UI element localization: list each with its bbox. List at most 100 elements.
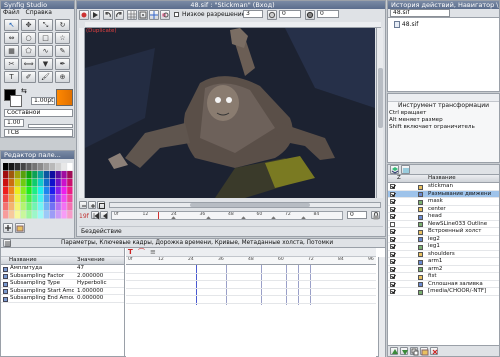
layer-row[interactable]: arm1: [388, 258, 499, 266]
palette-add-button[interactable]: [3, 223, 13, 233]
show-grid-button[interactable]: [127, 10, 137, 20]
palette-swatch[interactable]: [3, 195, 9, 203]
quality-spinner[interactable]: 3: [243, 10, 263, 18]
palette-swatch[interactable]: [38, 211, 44, 219]
onion-past-icon[interactable]: [267, 10, 277, 20]
palette-swatch[interactable]: [61, 203, 67, 211]
layer-row[interactable]: stickman: [388, 183, 499, 191]
palette-swatch[interactable]: [38, 203, 44, 211]
star-tool-button[interactable]: ☆: [55, 32, 70, 44]
palette-swatch[interactable]: [14, 179, 20, 187]
snap-grid-button[interactable]: [138, 10, 148, 20]
palette-swatch[interactable]: [38, 163, 44, 171]
scale-tool-button[interactable]: ⤡: [38, 19, 53, 31]
palette-swatch[interactable]: [26, 179, 32, 187]
palette-swatch[interactable]: [20, 163, 26, 171]
palette-swatch[interactable]: [61, 195, 67, 203]
palette-swatch[interactable]: [67, 195, 73, 203]
params-tab-icon[interactable]: [3, 239, 11, 247]
palette-swatch[interactable]: [49, 187, 55, 195]
polygon-tool-button[interactable]: ⬠: [21, 45, 36, 57]
layer-visibility-checkbox[interactable]: [390, 289, 395, 294]
layer-visibility-checkbox[interactable]: [390, 251, 395, 257]
palette-swatch[interactable]: [3, 203, 9, 211]
keyframe-line[interactable]: [226, 265, 227, 305]
swap-colors-icon[interactable]: ⇆: [21, 87, 27, 95]
circle-tool-button[interactable]: ○: [21, 32, 36, 44]
guides-button[interactable]: [149, 10, 159, 20]
library-tab-icon[interactable]: [401, 165, 410, 174]
palette-swatch[interactable]: [38, 179, 44, 187]
palette-swatch[interactable]: [67, 171, 73, 179]
palette-swatch[interactable]: [55, 211, 61, 219]
seek-prev-button[interactable]: [100, 211, 108, 219]
layer-lower-button[interactable]: [400, 347, 408, 355]
transform-tool-button[interactable]: ↖: [4, 19, 19, 31]
palette-swatch[interactable]: [20, 195, 26, 203]
seek-begin-button[interactable]: [91, 211, 100, 220]
canvas-hscrollbar[interactable]: [109, 202, 381, 208]
layer-visibility-checkbox[interactable]: [390, 221, 395, 227]
layer-row[interactable]: leg2: [388, 236, 499, 243]
draw-tool-button[interactable]: ✎: [55, 45, 70, 57]
palette-swatch[interactable]: [61, 171, 67, 179]
canvas-hscroll-thumb[interactable]: [190, 203, 310, 207]
menu-help[interactable]: Справка: [26, 9, 52, 16]
palette-swatch[interactable]: [43, 203, 50, 211]
palette-swatch[interactable]: [20, 203, 26, 211]
layer-raise-button[interactable]: [390, 347, 398, 355]
layer-visibility-checkbox[interactable]: [390, 191, 395, 197]
param-row[interactable]: Subsampling Type Hyperbolic: [1, 280, 124, 288]
zoom-out-button[interactable]: [79, 201, 87, 209]
palette-swatch[interactable]: [3, 187, 9, 195]
time-slider[interactable]: 0f1224364860728496: [111, 211, 343, 220]
palette-swatch[interactable]: [61, 163, 67, 171]
onion-skin-button[interactable]: [160, 10, 170, 20]
low-res-checkbox[interactable]: [174, 11, 179, 18]
palette-swatch[interactable]: [14, 195, 20, 203]
palette-swatch[interactable]: [55, 187, 61, 195]
palette-swatch[interactable]: [20, 211, 26, 219]
palette-swatch[interactable]: [61, 187, 67, 195]
palette-swatch[interactable]: [43, 163, 50, 171]
amount-field[interactable]: 1.00: [4, 119, 24, 127]
menu-file[interactable]: Файл: [3, 9, 20, 16]
palette-swatch[interactable]: [14, 211, 20, 219]
param-row[interactable]: Subsampling Start Amount1.000000: [1, 288, 124, 295]
keyframe-line[interactable]: [310, 265, 311, 305]
layer-row[interactable]: NewSLine033 Outline: [388, 221, 499, 228]
palette-swatch[interactable]: [26, 203, 32, 211]
palette-swatch[interactable]: [38, 187, 44, 195]
keyframe-lock-button[interactable]: [371, 211, 380, 220]
spline-tool-button[interactable]: ∿: [38, 45, 53, 57]
palette-swatch[interactable]: [20, 179, 26, 187]
palette-swatch[interactable]: [8, 203, 15, 211]
text-tool-button[interactable]: T: [4, 71, 19, 83]
keyframe-line[interactable]: [261, 265, 262, 305]
gradient-tool-button[interactable]: ▦: [4, 45, 19, 57]
col-name-header[interactable]: Название: [428, 175, 456, 182]
layer-row[interactable]: [media/CHOOR/-NTF]: [388, 288, 499, 296]
blend-method-select[interactable]: Составной: [4, 109, 73, 117]
palette-swatch[interactable]: [3, 163, 9, 171]
palette-swatch[interactable]: [32, 179, 38, 187]
onion-past-field[interactable]: 0: [279, 10, 301, 18]
text-tool-icon[interactable]: T: [128, 248, 133, 257]
layer-row[interactable]: shoulders: [388, 251, 499, 258]
keyframe-marker[interactable]: [241, 216, 246, 219]
palette-swatch[interactable]: [43, 195, 50, 203]
palette-swatch[interactable]: [32, 163, 38, 171]
palette-swatch[interactable]: [8, 195, 15, 203]
palette-swatch[interactable]: [49, 211, 55, 219]
palette-swatch[interactable]: [55, 195, 61, 203]
layer-row[interactable]: Размывание движени: [388, 190, 499, 198]
layer-visibility-checkbox[interactable]: [390, 236, 395, 242]
param-value[interactable]: Hyperbolic: [77, 280, 106, 287]
align-tool-icon[interactable]: ≡: [150, 248, 156, 257]
param-value[interactable]: 47: [77, 265, 84, 272]
palette-swatch[interactable]: [49, 195, 55, 203]
palette-swatch[interactable]: [55, 203, 61, 211]
col-z-header[interactable]: Z: [397, 175, 401, 182]
smooth-move-tool-button[interactable]: ✥: [21, 19, 36, 31]
palette-grid[interactable]: [3, 163, 73, 219]
